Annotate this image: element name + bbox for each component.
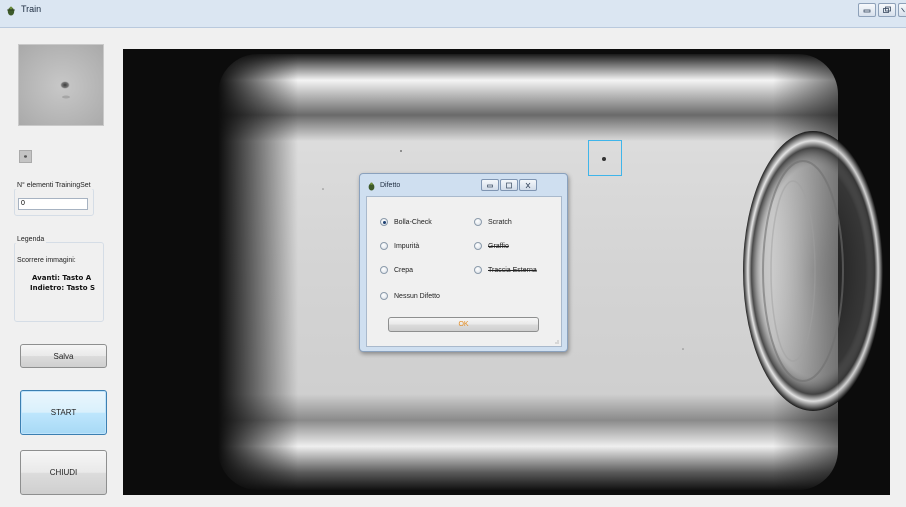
- radio-label: Impurità: [394, 242, 420, 250]
- dialog-title: Difetto: [380, 182, 401, 189]
- sample-thumbnail-small: [19, 150, 32, 163]
- resize-grip-icon[interactable]: [553, 338, 559, 344]
- radio-label: Crepa: [394, 266, 414, 274]
- legend-back-key: Indietro: Tasto S: [30, 284, 95, 292]
- legend-forward-key: Avanti: Tasto A: [32, 274, 92, 282]
- window-controls: [858, 3, 906, 17]
- minimize-icon: [487, 184, 493, 187]
- dialog-maximize-button[interactable]: [500, 179, 518, 191]
- dialog-close-button[interactable]: [519, 179, 537, 191]
- restore-button[interactable]: [878, 3, 896, 17]
- dialog-window-controls: [481, 179, 537, 191]
- radio-traccia-esterna[interactable]: Traccia Esterna: [474, 266, 537, 274]
- sample-thumbnail-large: [18, 44, 104, 126]
- radio-button[interactable]: [380, 292, 388, 300]
- defect-dialog: Difetto Bolla-Check Scratch Impurità Gra…: [359, 173, 568, 352]
- radio-button[interactable]: [380, 218, 388, 226]
- minimize-button[interactable]: [858, 3, 876, 17]
- close-button[interactable]: [898, 3, 906, 17]
- radio-nessun-difetto[interactable]: Nessun Difetto: [380, 292, 440, 300]
- radio-bolla-check[interactable]: Bolla-Check: [380, 218, 432, 226]
- radio-label: Graffio: [488, 242, 509, 250]
- legend-group: [14, 242, 104, 322]
- radio-button[interactable]: [474, 218, 482, 226]
- close-icon: [525, 182, 531, 188]
- trainingset-count-field[interactable]: 0: [18, 198, 88, 210]
- radio-graffio[interactable]: Graffio: [474, 242, 509, 250]
- restore-icon: [883, 6, 891, 13]
- minimize-icon: [863, 9, 871, 13]
- radio-scratch[interactable]: Scratch: [474, 218, 512, 226]
- radio-impurita[interactable]: Impurità: [380, 242, 419, 250]
- app-icon: [7, 6, 15, 16]
- dialog-body: Bolla-Check Scratch Impurità Graffio Cre…: [366, 196, 562, 347]
- window-titlebar: Train: [0, 0, 906, 28]
- radio-crepa[interactable]: Crepa: [380, 266, 413, 274]
- radio-button[interactable]: [380, 242, 388, 250]
- window-title: Train: [21, 4, 42, 14]
- maximize-icon: [506, 182, 512, 188]
- radio-button[interactable]: [380, 266, 388, 274]
- radio-label: Bolla-Check: [394, 218, 432, 226]
- app-icon: [368, 182, 375, 191]
- trainingset-label: N° elementi TrainingSet: [15, 182, 93, 189]
- dialog-minimize-button[interactable]: [481, 179, 499, 191]
- radio-label: Scratch: [488, 218, 512, 226]
- radio-label: Nessun Difetto: [394, 292, 440, 300]
- close-app-button[interactable]: CHIUDI: [20, 450, 107, 495]
- main-window: N° elementi TrainingSet 0 Legenda Scorre…: [0, 28, 906, 507]
- legend-label: Legenda: [15, 236, 47, 243]
- radio-button[interactable]: [474, 266, 482, 274]
- legend-scroll-label: Scorrere immagini:: [17, 257, 76, 264]
- defect-selection-box: [588, 140, 622, 176]
- radio-label: Traccia Esterna: [488, 266, 537, 274]
- save-button[interactable]: Salva: [20, 344, 107, 368]
- start-button[interactable]: START: [20, 390, 107, 435]
- radio-button[interactable]: [474, 242, 482, 250]
- ok-button[interactable]: OK: [388, 317, 539, 332]
- close-icon: [901, 7, 905, 13]
